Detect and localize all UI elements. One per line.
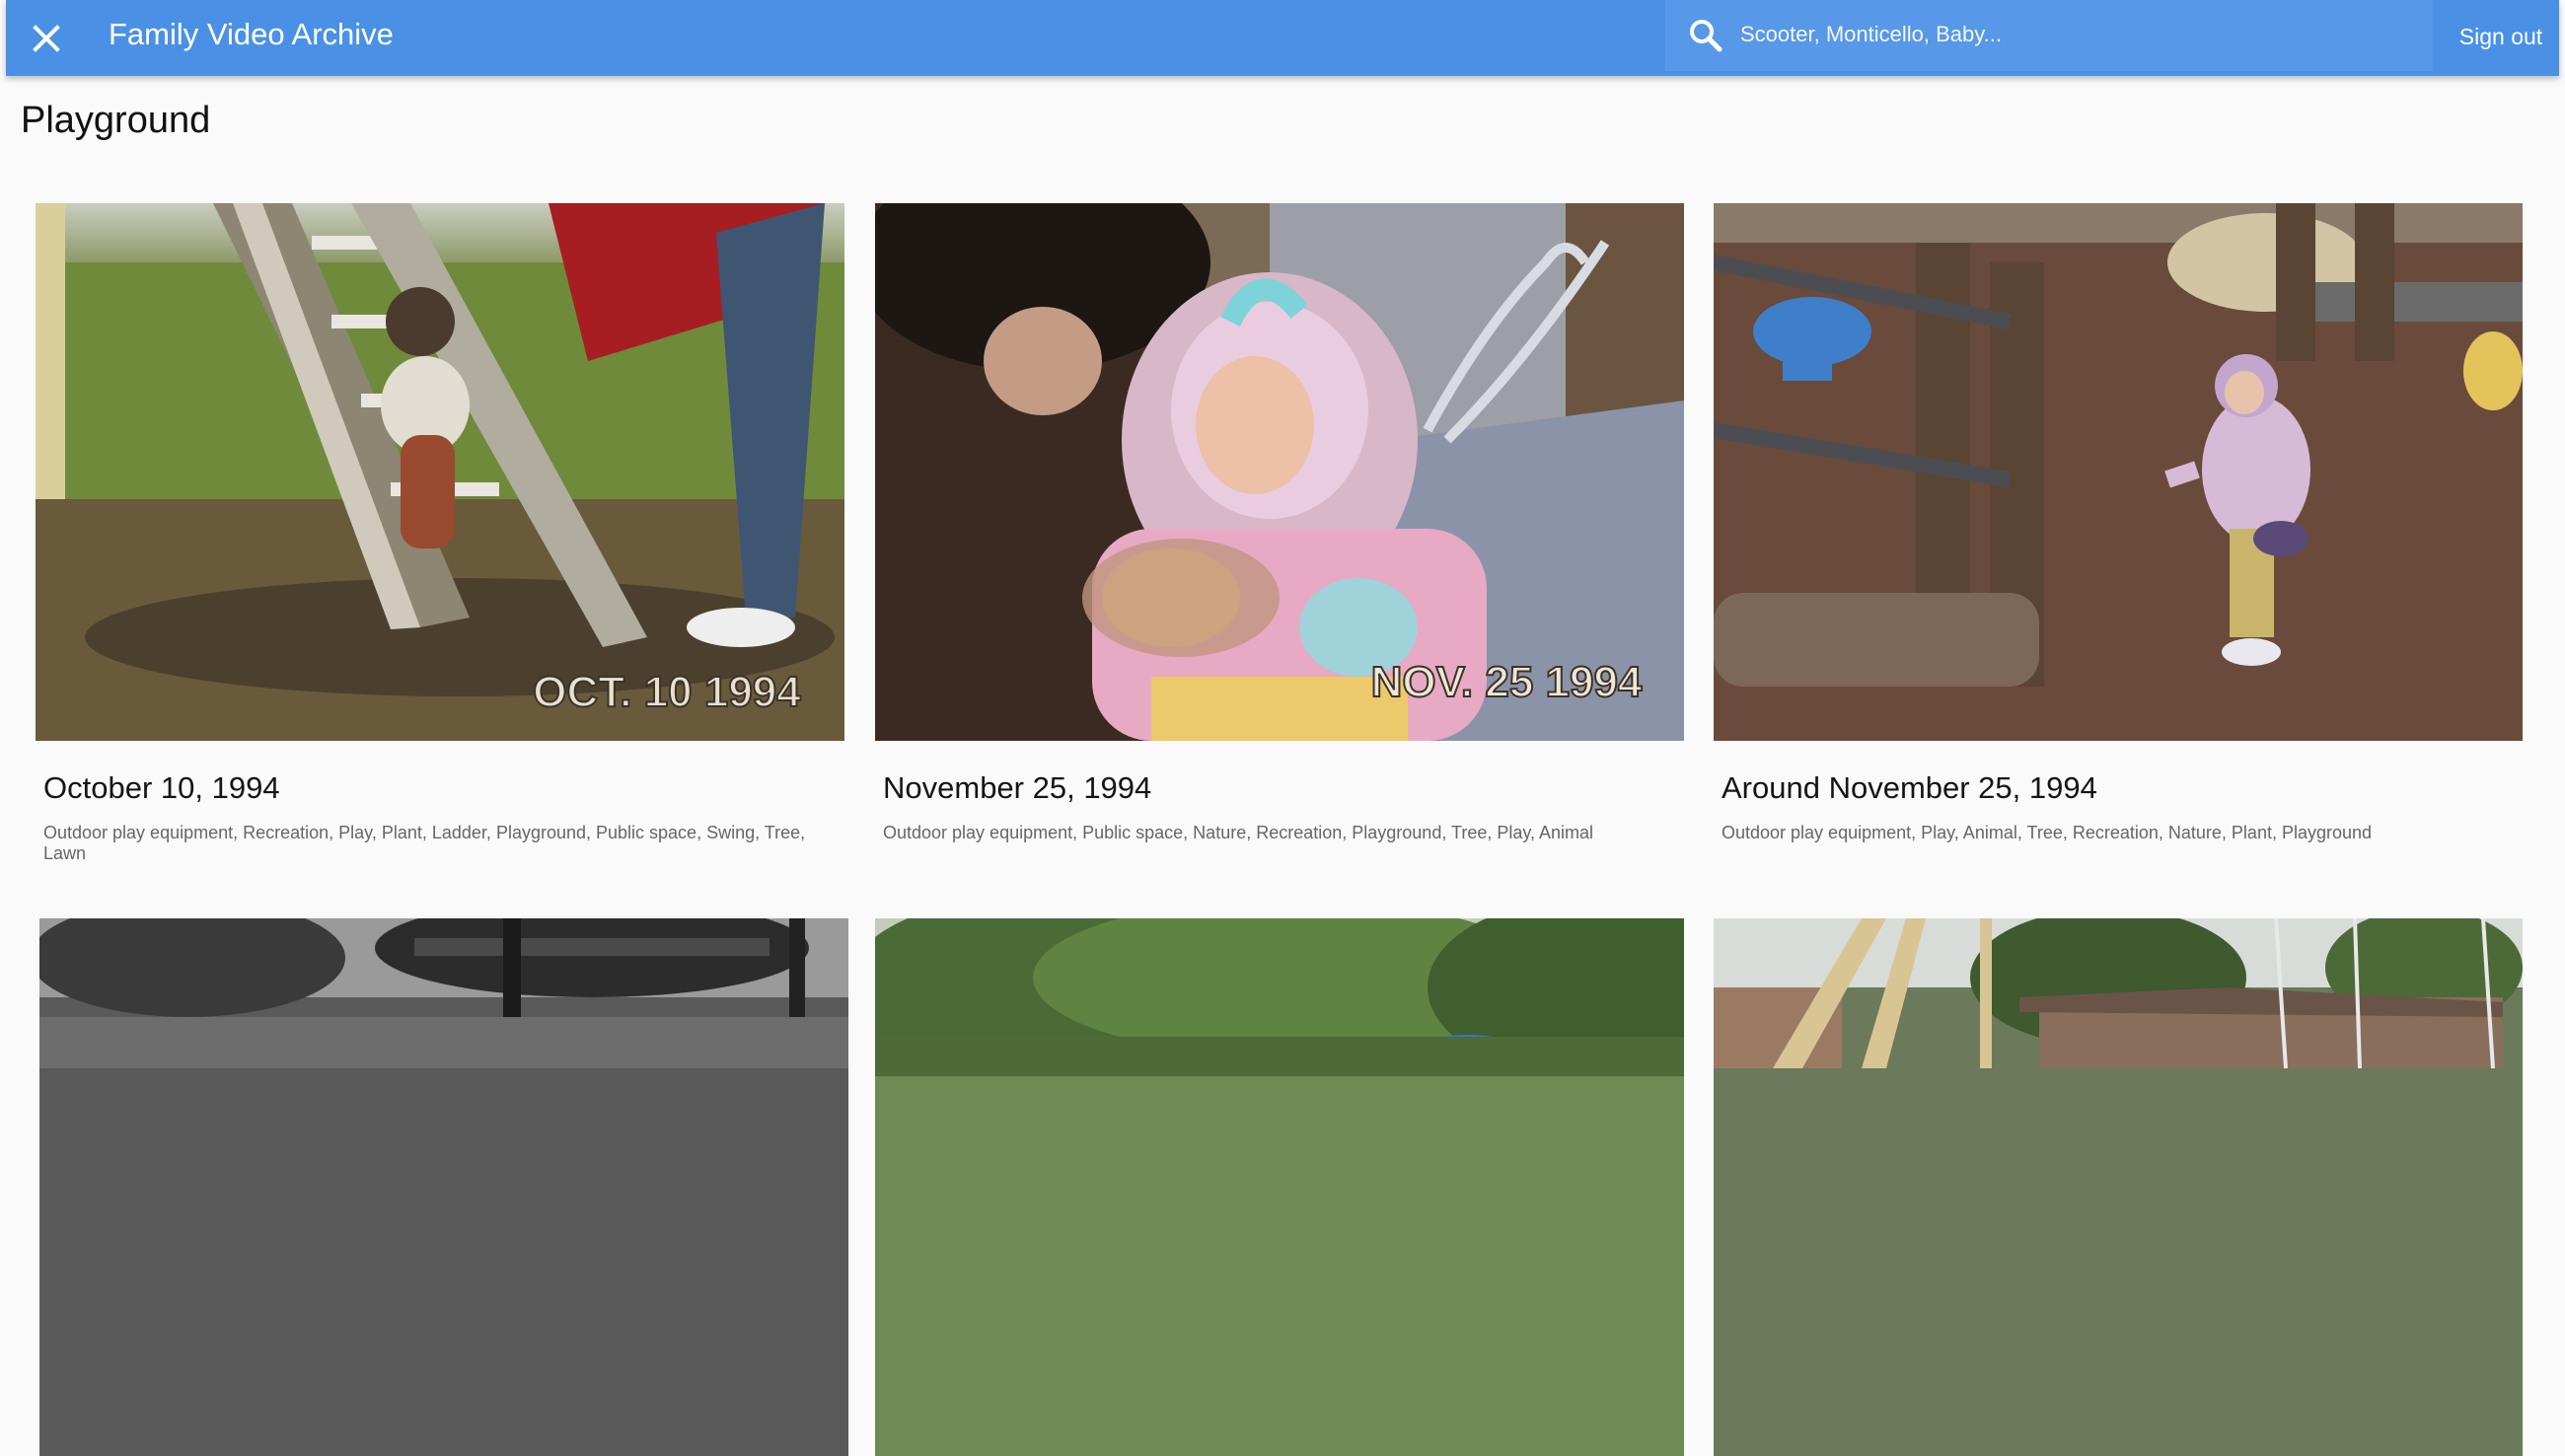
video-thumbnail-image [1714, 203, 2523, 741]
video-tags: Outdoor play equipment, Recreation, Play… [43, 823, 806, 863]
close-icon [33, 25, 60, 52]
search-input[interactable] [1738, 14, 2413, 55]
video-thumbnail[interactable]: OCT. 10 1994 [36, 203, 844, 741]
video-thumbnail-image [1714, 918, 2523, 1456]
search-icon[interactable] [1687, 17, 1724, 54]
video-tags: Outdoor play equipment, Play, Animal, Tr… [1722, 823, 2373, 842]
app-bar: Family Video Archive Sign out [6, 0, 2559, 76]
video-tags: Outdoor play equipment, Public space, Na… [883, 823, 1594, 842]
video-date-stamp: OCT. 10 1994 [533, 668, 801, 716]
video-title[interactable]: Around November 25, 1994 [1722, 770, 2097, 806]
sign-out-button[interactable]: Sign out [2443, 20, 2559, 53]
video-title[interactable]: November 25, 1994 [883, 770, 1151, 806]
video-title[interactable]: October 10, 1994 [43, 770, 280, 806]
video-date-stamp: NOV. 25 1994 [1371, 658, 1643, 706]
video-thumbnail[interactable]: NOV. 25 1994 [875, 203, 1684, 741]
video-thumbnail-image: OCT. 10 1994 [36, 203, 844, 741]
search-box[interactable] [1665, 0, 2433, 71]
video-thumbnail[interactable] [1714, 203, 2523, 741]
video-thumbnail-image [39, 918, 848, 1456]
video-thumbnail[interactable] [39, 918, 848, 1456]
close-button[interactable] [20, 12, 73, 65]
video-thumbnail-image: NOV. 25 1994 [875, 203, 1684, 741]
video-thumbnail-image [875, 918, 1684, 1456]
app-title: Family Video Archive [109, 17, 394, 51]
video-thumbnail[interactable] [1714, 918, 2523, 1456]
page-title: Playground [21, 100, 211, 141]
video-thumbnail[interactable] [875, 918, 1684, 1456]
